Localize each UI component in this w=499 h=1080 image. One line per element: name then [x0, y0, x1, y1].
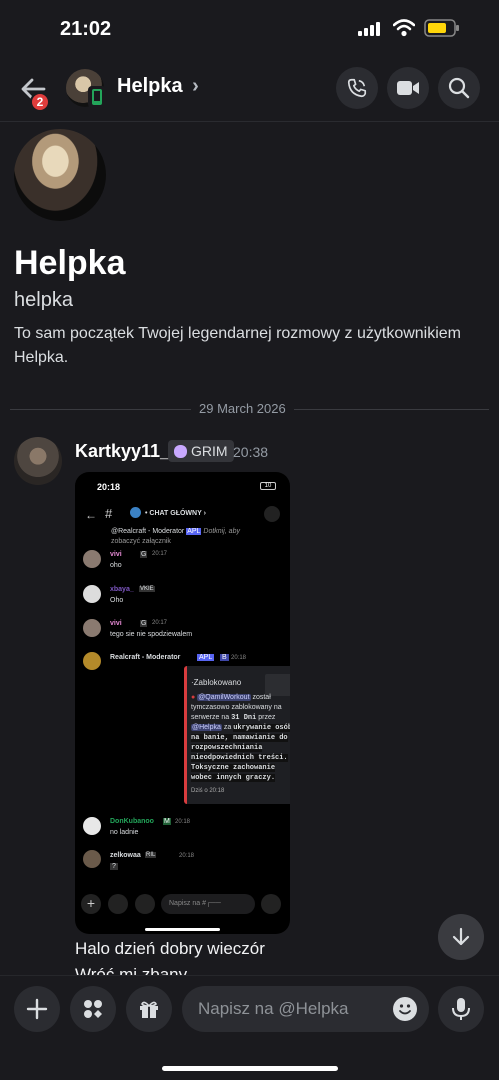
shot-embed-mono4: Toksyczne zachowanie [191, 764, 276, 772]
shot-mod-time: 20:18 [231, 655, 247, 661]
shot-back-icon: ← [85, 508, 97, 522]
attach-button[interactable] [14, 986, 60, 1032]
shot-msg3-author: vivi [110, 620, 122, 627]
shot-hash-icon: # [105, 506, 113, 521]
composer-bar: Napisz na @Helpka [0, 975, 499, 1080]
arrow-down-icon [452, 927, 470, 946]
intro-description: To sam początek Twojej legendarnej rozmo… [14, 325, 462, 366]
chat-header: Helpka › [0, 60, 499, 122]
voice-message-button[interactable] [438, 986, 484, 1032]
message-input-placeholder: Napisz na @Helpka [198, 999, 349, 1018]
shot-embed-mono3: nieodpowiednich treści. [191, 754, 288, 762]
shot-msg2-badge: VKIE [139, 586, 155, 592]
shot-composer-placeholder: Napisz na #┌── [169, 900, 221, 907]
shot-time: 20:18 [97, 482, 121, 492]
shot-msg4-time: 20:18 [175, 819, 191, 825]
shot-msg5-badge: RIL [145, 852, 157, 858]
shot-msg5-text: ? [110, 863, 118, 870]
shot-embed-title: ·Zablokowano [191, 678, 242, 687]
shot-msg3-text: tego sie nie spodziewalem [110, 631, 193, 638]
search-icon [448, 77, 470, 99]
shot-plus-icon: + [81, 894, 101, 914]
guild-tag-label: GRIM [191, 443, 228, 459]
intro-username: helpka [14, 289, 73, 311]
shot-msg4-author: DonKubanoo [110, 818, 154, 825]
shot-mod-author: Realcraft - Moderator [110, 654, 181, 661]
shot-msg4-badge: M [163, 818, 171, 825]
skull-icon [174, 444, 187, 458]
shot-mod-badge: APL [197, 654, 215, 661]
header-name[interactable]: Helpka › [117, 75, 199, 98]
battery-icon [424, 19, 460, 37]
shot-msg1-time: 20:17 [152, 551, 168, 557]
shot-msg5-time: 20:18 [179, 853, 195, 859]
shot-msg1-badge: G [140, 551, 148, 558]
shot-search-icon [264, 506, 280, 522]
shot-embed-mono2: rozpowszechniania [191, 744, 263, 752]
header-name-text: Helpka [117, 75, 183, 97]
shot-msg2-text: Oho [110, 597, 124, 604]
home-indicator [162, 1066, 338, 1071]
emoji-icon[interactable] [393, 997, 417, 1021]
shot-msg3-badge: G [140, 620, 148, 627]
microphone-icon [452, 998, 470, 1020]
shot-embed-mono5: wobec innych graczy. [191, 774, 276, 782]
shot-msg5-author: zelkowaa [110, 852, 141, 859]
phone-icon [347, 78, 367, 98]
message-input[interactable]: Napisz na @Helpka [182, 986, 429, 1032]
voice-call-button[interactable] [336, 67, 378, 109]
signal-icon [358, 22, 382, 36]
search-button[interactable] [438, 67, 480, 109]
apps-icon [84, 1000, 102, 1018]
message-avatar[interactable] [14, 437, 62, 485]
date-divider-label: 29 March 2026 [191, 401, 294, 416]
jump-to-bottom-button[interactable] [438, 914, 484, 960]
plus-icon [26, 998, 48, 1020]
shot-msg3-time: 20:17 [152, 620, 168, 626]
gift-icon [140, 1001, 158, 1018]
shot-msg1-text: oho [110, 562, 122, 569]
shot-channel-name: • CHAT GŁÓWNY › [145, 510, 206, 517]
status-bar: 21:02 [0, 0, 499, 58]
shot-embed-thumb [265, 674, 290, 696]
shot-apps-icon [108, 894, 128, 914]
shot-reply-hint: zobaczyć załącznik [111, 538, 171, 545]
shot-mod-badge2: B [220, 654, 229, 661]
shot-globe-icon [130, 507, 141, 518]
unread-badge: 2 [30, 92, 50, 112]
message-text-line1: Halo dzień dobry wieczór [75, 939, 265, 958]
shot-msg1-author: vivi [110, 551, 122, 558]
apps-button[interactable] [70, 986, 116, 1032]
shot-reply: @Realcraft - Moderator APL Dotknij, aby [111, 528, 240, 535]
shot-mic-icon [261, 894, 281, 914]
guild-tag[interactable]: GRIM [168, 440, 234, 462]
video-call-button[interactable] [387, 67, 429, 109]
shot-msg4-text: no ladnie [110, 829, 139, 836]
shot-battery-icon: 10 [260, 482, 276, 490]
shot-home-indicator [145, 928, 220, 931]
message-time: 20:38 [233, 444, 269, 460]
intro-display-name: Helpka [14, 244, 126, 282]
shot-embed-footer: Dziś o 20:18 [191, 788, 225, 794]
attachment-image[interactable]: 20:18 10 ← # • CHAT GŁÓWNY › @Realcraft … [75, 472, 290, 934]
chevron-right-icon: › [192, 75, 199, 97]
video-camera-icon [397, 81, 419, 95]
mobile-status-icon [88, 86, 106, 108]
profile-avatar[interactable] [14, 129, 106, 221]
message-author[interactable]: Kartkyy11_ [75, 441, 170, 462]
wifi-icon [392, 19, 416, 37]
gift-button[interactable] [126, 986, 172, 1032]
shot-embed-line2: tymczasowo zablokowany na [191, 704, 282, 711]
shot-msg2-author: xbaya_ [110, 586, 134, 593]
shot-embed-mono1: na banie, namawianie do [191, 734, 288, 742]
status-time: 21:02 [60, 18, 112, 40]
shot-gift-icon [135, 894, 155, 914]
